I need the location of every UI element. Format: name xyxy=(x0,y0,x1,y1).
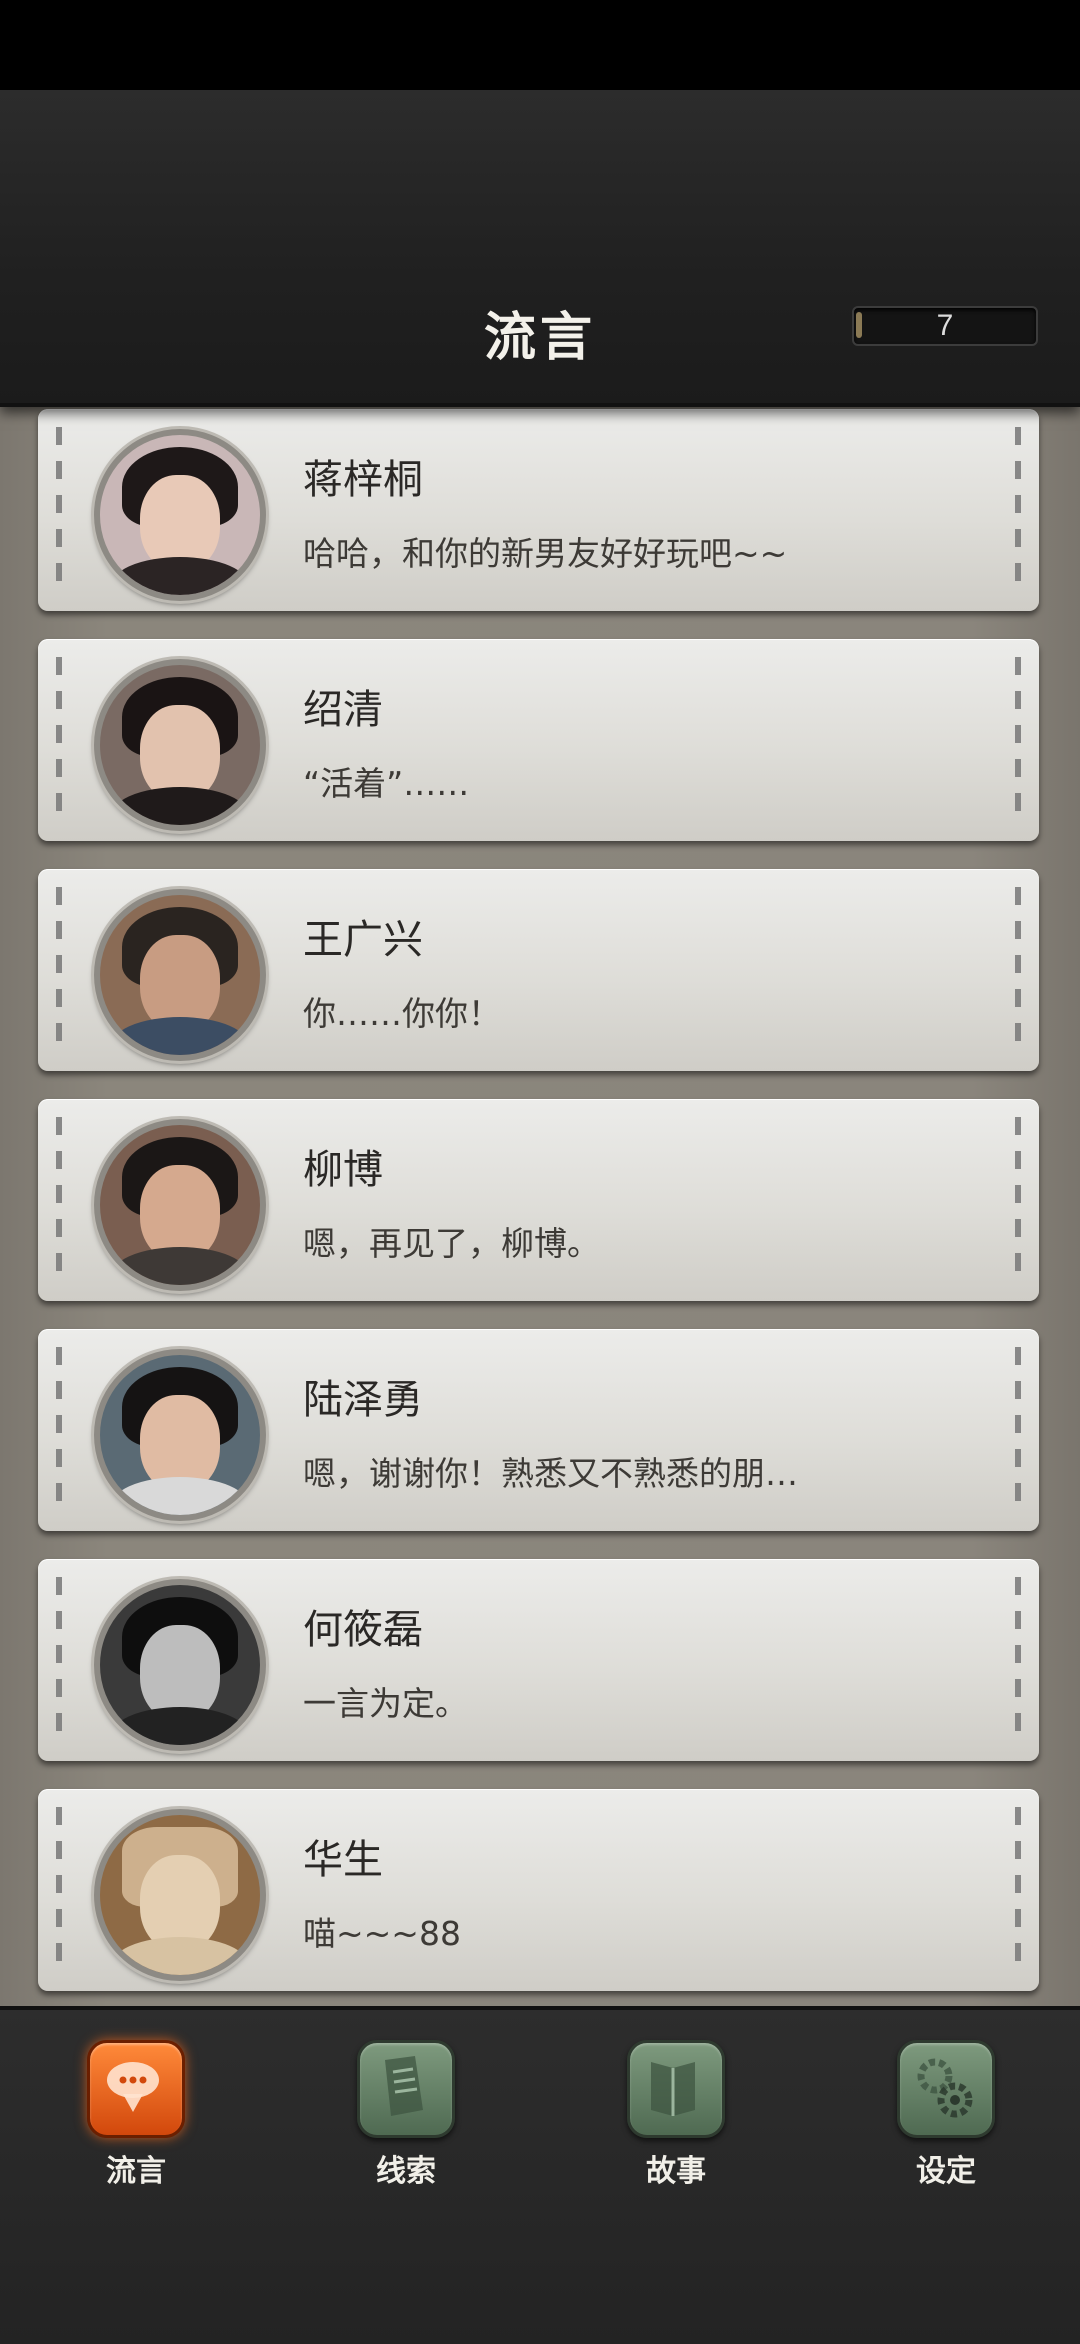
tab-label: 设定 xyxy=(916,2154,976,2189)
stitch-decoration xyxy=(56,887,62,1053)
stitch-decoration xyxy=(1015,1577,1021,1743)
contact-message: “活着”…… xyxy=(303,764,470,803)
avatar xyxy=(94,429,266,601)
contact-message: 嗯，再见了，柳博。 xyxy=(303,1224,600,1263)
contact-card[interactable]: 陆泽勇 嗯，谢谢你！熟悉又不熟悉的朋… xyxy=(38,1329,1039,1531)
contact-name: 柳博 xyxy=(303,1147,383,1193)
tab-rumors[interactable]: 流言 xyxy=(66,2040,206,2190)
contact-name: 蒋梓桐 xyxy=(303,457,423,503)
stitch-decoration xyxy=(1015,1807,1021,1973)
bottom-tab-bar: 流言 线索 故事 设定 xyxy=(0,2006,1080,2344)
counter-badge: 7 xyxy=(852,306,1038,346)
tab-label: 线索 xyxy=(376,2154,436,2189)
stitch-decoration xyxy=(56,657,62,823)
contact-name: 绍清 xyxy=(303,687,383,733)
chat-bubble-icon xyxy=(87,2040,185,2138)
contact-message: 一言为定。 xyxy=(303,1684,468,1723)
counter-value: 7 xyxy=(936,309,954,342)
gear-icon xyxy=(897,2040,995,2138)
contact-name: 王广兴 xyxy=(303,917,423,963)
contact-message: 你……你你！ xyxy=(303,994,501,1033)
avatar xyxy=(94,659,266,831)
stitch-decoration xyxy=(1015,427,1021,593)
stitch-decoration xyxy=(1015,657,1021,823)
contact-name: 华生 xyxy=(303,1837,383,1883)
contact-card[interactable]: 蒋梓桐 哈哈，和你的新男友好好玩吧~~ xyxy=(38,409,1039,611)
avatar xyxy=(94,889,266,1061)
tab-label: 故事 xyxy=(646,2154,706,2189)
contact-card[interactable]: 华生 喵~~~88 xyxy=(38,1789,1039,1991)
avatar xyxy=(94,1579,266,1751)
tab-label: 流言 xyxy=(106,2154,166,2189)
contact-message: 喵~~~88 xyxy=(303,1914,461,1953)
contact-card[interactable]: 王广兴 你……你你！ xyxy=(38,869,1039,1071)
stitch-decoration xyxy=(1015,1117,1021,1283)
stitch-decoration xyxy=(1015,887,1021,1053)
avatar xyxy=(94,1119,266,1291)
stitch-decoration xyxy=(56,427,62,593)
contact-card[interactable]: 绍清 “活着”…… xyxy=(38,639,1039,841)
stitch-decoration xyxy=(56,1807,62,1973)
contact-message: 嗯，谢谢你！熟悉又不熟悉的朋… xyxy=(303,1454,798,1493)
stitch-decoration xyxy=(56,1347,62,1513)
contact-list[interactable]: 蒋梓桐 哈哈，和你的新男友好好玩吧~~ 绍清 “活着”…… 王广兴 你……你你！ xyxy=(0,403,1080,2006)
stitch-decoration xyxy=(1015,1347,1021,1513)
tab-clues[interactable]: 线索 xyxy=(336,2040,476,2190)
contact-card[interactable]: 何筱磊 一言为定。 xyxy=(38,1559,1039,1761)
status-bar xyxy=(0,0,1080,90)
tab-story[interactable]: 故事 xyxy=(606,2040,746,2190)
contact-name: 陆泽勇 xyxy=(303,1377,423,1423)
contact-message: 哈哈，和你的新男友好好玩吧~~ xyxy=(303,534,788,573)
contact-name: 何筱磊 xyxy=(303,1607,423,1653)
stitch-decoration xyxy=(56,1117,62,1283)
document-icon xyxy=(357,2040,455,2138)
book-icon xyxy=(627,2040,725,2138)
avatar xyxy=(94,1349,266,1521)
avatar xyxy=(94,1809,266,1981)
contact-card[interactable]: 柳博 嗯，再见了，柳博。 xyxy=(38,1099,1039,1301)
tab-settings[interactable]: 设定 xyxy=(876,2040,1016,2190)
stitch-decoration xyxy=(56,1577,62,1743)
